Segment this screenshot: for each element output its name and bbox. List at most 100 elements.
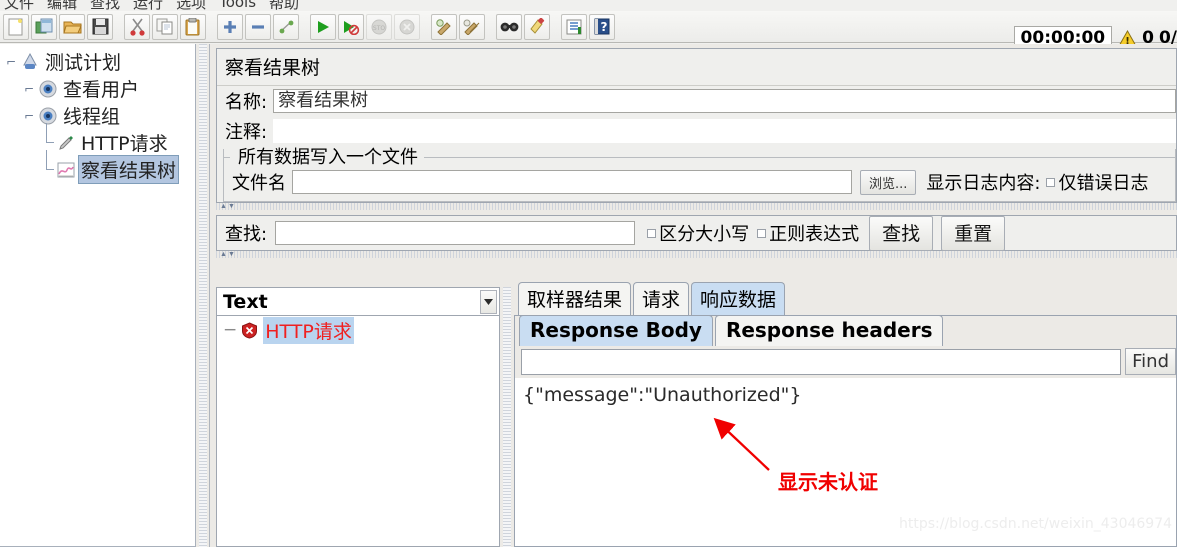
expand-handle-icon[interactable]: ⌐ [4,55,18,69]
start-no-pause-icon[interactable] [338,13,364,40]
stop-icon[interactable]: STO [366,13,392,40]
clear-all-icon[interactable] [459,13,485,40]
splitter-grip[interactable] [503,287,511,547]
search-icon[interactable] [496,13,522,40]
results-splitter-vertical[interactable] [500,287,514,547]
comment-row: 注释: [217,116,1176,146]
collapse-up-icon[interactable]: ▲ [220,203,227,210]
result-list-item[interactable]: − HTTP请求 [217,316,499,344]
tree-node-test-plan[interactable]: ⌐ 测试计划 [0,48,195,75]
annotation-text: 显示未认证 [778,470,878,494]
errors-only-label: 仅错误日志 [1058,173,1149,194]
tree-node-view-results-tree[interactable]: 察看结果树 [0,150,195,184]
tab-response-data[interactable]: 响应数据 [691,282,786,315]
expand-icon[interactable] [217,13,243,40]
open-icon[interactable] [59,13,85,40]
paste-icon[interactable] [180,13,206,40]
jmeter-window: 文件 编辑 查找 运行 选项 Tools 帮助 STO ? 00:00:00 !… [0,0,1177,547]
collapse-icon[interactable] [245,13,271,40]
tree-label: 测试计划 [45,52,122,74]
tree-node-view-users[interactable]: ⌐ 查看用户 [0,75,195,102]
cut-icon[interactable] [124,13,150,40]
splitter-grip[interactable] [199,44,207,547]
http-request-icon [54,133,78,153]
new-icon[interactable] [3,13,29,40]
tree-node-thread-group[interactable]: ⌐ 线程组 [0,102,195,129]
shutdown-icon[interactable] [394,13,420,40]
collapse-down-icon[interactable]: ▼ [228,251,235,258]
tab-body: Response Body Response headers Find {"me… [514,315,1177,547]
error-status-icon [241,321,258,339]
help-icon[interactable]: ? [589,13,615,40]
name-label: 名称: [225,92,268,113]
tree-label: 察看结果树 [78,155,180,184]
collapse-down-icon[interactable]: ▼ [228,203,235,210]
find-button[interactable]: Find [1125,348,1176,375]
search-reset-icon[interactable] [524,13,550,40]
results-area: Text − HTTP请求 取样器结果 请求 响应数据 Response Bod… [216,282,1177,547]
results-list-panel: Text − HTTP请求 [216,287,500,547]
toolbar: STO ? 00:00:00 ! 0 0/ [0,11,1177,51]
checkbox-box-icon[interactable] [647,228,657,238]
menu-item-tools[interactable]: Tools [219,0,256,11]
expand-handle-icon[interactable]: ⌐ [22,82,36,96]
reset-button[interactable]: 重置 [941,215,1006,251]
chevron-down-icon[interactable] [480,289,497,314]
errors-only-checkbox[interactable]: 仅错误日志 [1046,169,1148,195]
toggle-icon[interactable] [273,13,299,40]
name-row: 名称: 察看结果树 [217,86,1176,116]
tree-connector: − [223,320,238,340]
sub-tab-row: Response Body Response headers [515,315,1176,346]
tab-sampler-result[interactable]: 取样器结果 [518,282,632,315]
response-find-input[interactable] [521,348,1122,375]
test-plan-tree[interactable]: ⌐ 测试计划 ⌐ 查看用户 ⌐ 线程组 HTTP请求 察看结果树 [0,44,196,547]
expand-handle-icon[interactable]: ⌐ [22,109,36,123]
case-sensitive-checkbox[interactable]: 区分大小写 [647,220,749,246]
renderer-selected-value: Text [223,290,268,313]
comment-input[interactable] [273,119,1176,143]
log-display-label: 显示日志内容: [926,173,1041,194]
comment-label: 注释: [225,122,268,143]
view-results-tree-panel: 察看结果树 名称: 察看结果树 注释: 所有数据写入一个文件 文件名 浏览...… [216,48,1177,203]
result-label: HTTP请求 [263,316,354,344]
tree-label: 查看用户 [63,79,140,101]
checkbox-box-icon[interactable] [1046,177,1056,187]
start-icon[interactable] [310,13,336,40]
filename-label: 文件名 [232,173,286,194]
response-body-text[interactable]: {"message":"Unauthorized"} [515,378,1176,528]
copy-icon[interactable] [152,13,178,40]
search-bar: 查找: 区分大小写 正则表达式 查找 重置 [216,215,1177,251]
search-button[interactable]: 查找 [869,215,934,251]
templates-icon[interactable] [31,13,57,40]
regex-checkbox[interactable]: 正则表达式 [757,220,859,246]
name-input[interactable]: 察看结果树 [273,89,1176,113]
checkbox-box-icon[interactable] [757,228,767,238]
function-helper-icon[interactable] [561,13,587,40]
tab-response-headers[interactable]: Response headers [714,315,944,346]
svg-text:STO: STO [373,25,385,32]
filename-input[interactable] [292,170,852,194]
results-splitter-horizontal[interactable]: ▲ ▼ [216,251,1177,258]
watermark: https://blog.csdn.net/weixin_43046974 [899,516,1173,532]
legend-line [424,157,1175,158]
result-detail-tabs: 取样器结果 请求 响应数据 Response Body Response hea… [514,282,1177,547]
thread-group-icon [36,79,60,99]
renderer-combo[interactable]: Text [217,288,499,316]
search-input[interactable] [275,221,636,245]
view-results-tree-icon [54,160,78,180]
panel-splitter-horizontal[interactable]: ▲ ▼ [216,203,1177,210]
tree-label: 线程组 [63,106,121,128]
svg-text:?: ? [601,20,608,34]
groupbox-legend-row: 所有数据写入一个文件 [224,147,1175,168]
clear-icon[interactable] [431,13,457,40]
tree-node-http-request[interactable]: HTTP请求 [0,123,195,156]
browse-button[interactable]: 浏览... [860,169,917,195]
collapse-up-icon[interactable]: ▲ [220,251,227,258]
tree-connector [40,150,54,183]
tab-response-body[interactable]: Response Body [519,315,713,346]
tree-label: HTTP请求 [81,133,168,155]
tab-request[interactable]: 请求 [633,282,690,315]
save-icon[interactable] [87,13,113,40]
response-find-row: Find [515,346,1176,378]
tree-panel-splitter[interactable] [196,44,210,547]
